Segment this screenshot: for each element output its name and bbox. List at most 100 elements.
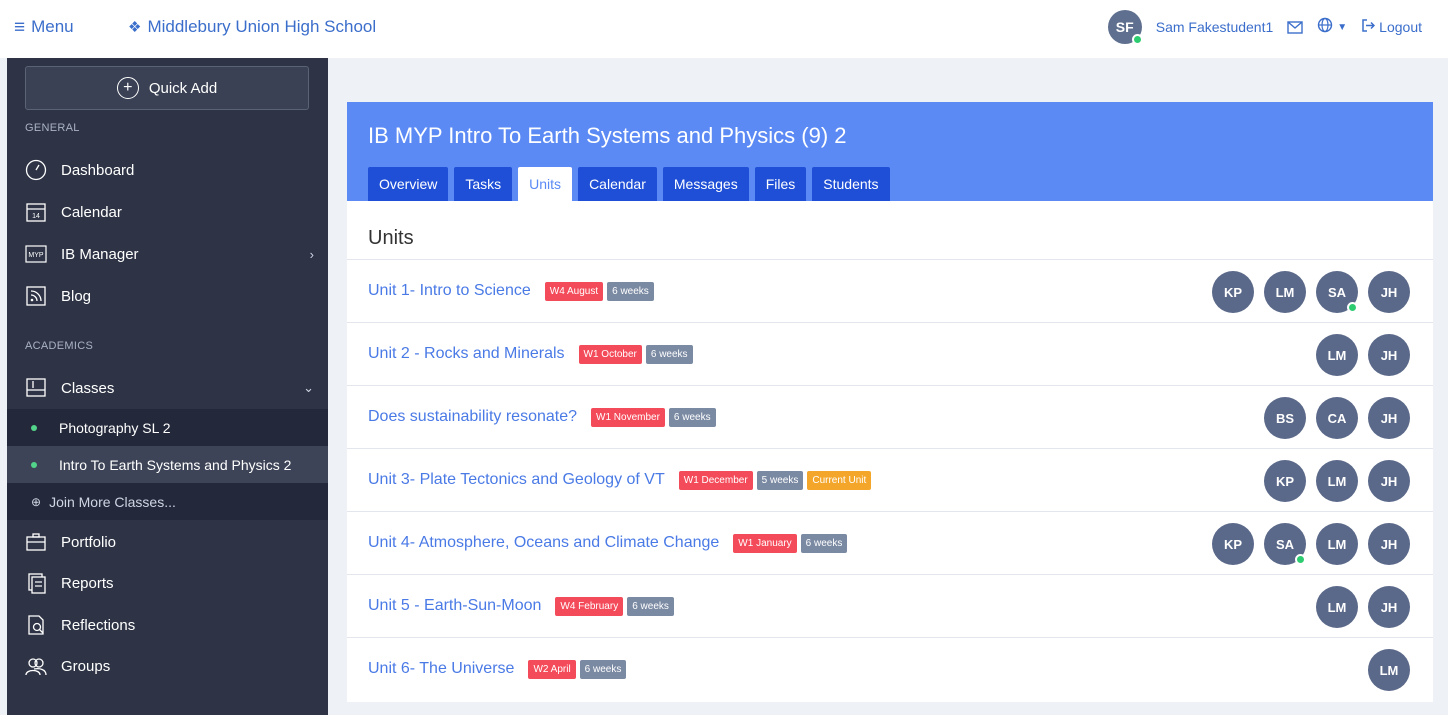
- unit-row: Unit 6- The Universe W2 April 6 weeks LM: [347, 637, 1433, 700]
- collaborator-initials: JH: [1380, 536, 1398, 552]
- collaborator-avatar[interactable]: JH: [1368, 523, 1410, 565]
- unit-start-badge: W1 November: [591, 407, 665, 427]
- tab-students[interactable]: Students: [812, 167, 890, 201]
- sidebar-item-classes[interactable]: Classes ⌄: [7, 368, 328, 408]
- collaborator-avatar[interactable]: CA: [1316, 397, 1358, 439]
- unit-row: Unit 2 - Rocks and Minerals W1 October 6 w…: [347, 322, 1433, 385]
- quick-add-button[interactable]: + Quick Add: [25, 66, 309, 110]
- collaborator-initials: JH: [1380, 599, 1398, 615]
- user-area: SF Sam Fakestudent1 ▼ Logout: [1107, 10, 1422, 45]
- collaborator-avatar[interactable]: JH: [1368, 586, 1410, 628]
- home-icon: ❖: [128, 19, 142, 36]
- unit-duration-badge: 6 weeks: [607, 281, 654, 301]
- collaborator-initials: JH: [1380, 473, 1398, 489]
- tab-messages[interactable]: Messages: [662, 167, 749, 201]
- current-unit-badge: Current Unit: [807, 470, 872, 490]
- unit-duration-badge: 6 weeks: [800, 533, 848, 553]
- chevron-down-icon: ⌄: [303, 380, 314, 395]
- language-menu[interactable]: ▼: [1317, 17, 1347, 37]
- class-item-photography[interactable]: Photography SL 2: [7, 409, 328, 446]
- tab-overview[interactable]: Overview: [368, 167, 449, 201]
- collaborator-avatar[interactable]: LM: [1316, 334, 1358, 376]
- collaborator-avatar[interactable]: JH: [1368, 334, 1410, 376]
- school-link[interactable]: ❖ Middlebury Union High School: [128, 17, 376, 37]
- sidebar-item-dashboard[interactable]: Dashboard: [7, 150, 328, 190]
- collaborator-avatar[interactable]: KP: [1264, 460, 1306, 502]
- sidebar-item-ib-manager[interactable]: MYP IB Manager ›: [7, 234, 328, 274]
- sidebar-item-portfolio[interactable]: Portfolio: [7, 522, 328, 562]
- unit-start-badge: W2 April: [528, 659, 576, 679]
- unit-title-link[interactable]: Unit 2 - Rocks and Minerals: [368, 345, 565, 363]
- join-more-classes-link[interactable]: ⊕ Join More Classes...: [7, 483, 328, 520]
- unit-collaborators: LM JH: [1316, 586, 1410, 628]
- myp-icon: MYP: [25, 243, 47, 265]
- unit-duration-badge: 5 weeks: [756, 470, 804, 490]
- sidebar-item-label: Calendar: [61, 203, 122, 221]
- unit-start-badge: W4 February: [555, 596, 624, 616]
- collaborator-initials: LM: [1327, 347, 1347, 363]
- unit-duration-badge: 6 weeks: [579, 659, 627, 679]
- sidebar-item-blog[interactable]: Blog: [7, 276, 328, 316]
- briefcase-icon: [25, 531, 47, 553]
- classes-board-icon: [25, 377, 47, 399]
- collaborator-avatar[interactable]: LM: [1316, 460, 1358, 502]
- sidebar-item-label: Reflections: [61, 616, 136, 634]
- plus-circle-icon: ⊕: [31, 494, 42, 509]
- unit-start-badge: W1 October: [578, 344, 642, 364]
- tab-tasks[interactable]: Tasks: [454, 167, 513, 201]
- collaborator-initials: JH: [1380, 410, 1398, 426]
- online-indicator: [1347, 302, 1358, 313]
- class-item-earth-systems[interactable]: Intro To Earth Systems and Physics 2: [7, 446, 328, 483]
- unit-title-link[interactable]: Unit 4- Atmosphere, Oceans and Climate C…: [368, 534, 719, 552]
- unit-duration-badge: 6 weeks: [627, 596, 674, 616]
- collaborator-avatar[interactable]: KP: [1212, 523, 1254, 565]
- menu-button[interactable]: ≡ Menu: [14, 17, 74, 37]
- collaborator-avatar[interactable]: KP: [1212, 271, 1254, 313]
- unit-title-link[interactable]: Unit 6- The Universe: [368, 660, 514, 678]
- unit-title-link[interactable]: Unit 5 - Earth-Sun-Moon: [368, 597, 541, 615]
- collaborator-avatar[interactable]: JH: [1368, 271, 1410, 313]
- unit-start-badge: W4 August: [544, 281, 604, 301]
- sidebar-item-reflections[interactable]: Reflections: [7, 605, 328, 645]
- collaborator-avatar[interactable]: JH: [1368, 460, 1410, 502]
- user-avatar[interactable]: SF: [1107, 10, 1143, 45]
- mail-icon[interactable]: [1287, 20, 1303, 34]
- collaborator-initials: JH: [1380, 347, 1398, 363]
- collaborator-avatar[interactable]: LM: [1368, 649, 1410, 691]
- quick-add-label: Quick Add: [148, 79, 218, 97]
- user-name[interactable]: Sam Fakestudent1: [1156, 19, 1274, 35]
- sidebar-item-reports[interactable]: Reports: [7, 563, 328, 603]
- unit-row: Unit 3- Plate Tectonics and Geology of V…: [347, 448, 1433, 511]
- unit-row: Unit 4- Atmosphere, Oceans and Climate C…: [347, 511, 1433, 574]
- sidebar: + Quick Add GENERAL Dashboard 14 Calenda…: [7, 58, 328, 715]
- school-name: Middlebury Union High School: [147, 17, 377, 36]
- unit-title-link[interactable]: Unit 3- Plate Tectonics and Geology of V…: [368, 471, 665, 489]
- collaborator-avatar[interactable]: LM: [1264, 271, 1306, 313]
- tab-calendar[interactable]: Calendar: [578, 167, 657, 201]
- unit-title-link[interactable]: Does sustainability resonate?: [368, 408, 577, 426]
- collaborator-initials: KP: [1275, 473, 1295, 489]
- collaborator-avatar[interactable]: SA: [1316, 271, 1358, 313]
- reports-icon: [25, 572, 47, 594]
- unit-title-link[interactable]: Unit 1- Intro to Science: [368, 282, 531, 300]
- class-bullet: [31, 461, 37, 468]
- hamburger-icon: ≡: [14, 16, 26, 38]
- unit-collaborators: KP SA LM JH: [1212, 523, 1410, 565]
- tab-units[interactable]: Units: [518, 167, 573, 201]
- user-initials: SF: [1115, 19, 1134, 35]
- collaborator-avatar[interactable]: JH: [1368, 397, 1410, 439]
- collaborator-avatar[interactable]: LM: [1316, 523, 1358, 565]
- sidebar-item-label: Blog: [61, 287, 92, 305]
- online-indicator: [1295, 554, 1306, 565]
- tab-files[interactable]: Files: [754, 167, 807, 201]
- collaborator-avatar[interactable]: LM: [1316, 586, 1358, 628]
- logout-button[interactable]: Logout: [1361, 19, 1422, 35]
- collaborator-avatar[interactable]: SA: [1264, 523, 1306, 565]
- collaborator-avatar[interactable]: BS: [1264, 397, 1306, 439]
- class-label: Photography SL 2: [59, 419, 171, 436]
- collaborator-initials: LM: [1327, 536, 1347, 552]
- sidebar-item-groups[interactable]: Groups: [7, 646, 328, 686]
- unit-row: Does sustainability resonate? W1 November…: [347, 385, 1433, 448]
- general-section-label: GENERAL: [25, 122, 80, 134]
- sidebar-item-calendar[interactable]: 14 Calendar: [7, 192, 328, 232]
